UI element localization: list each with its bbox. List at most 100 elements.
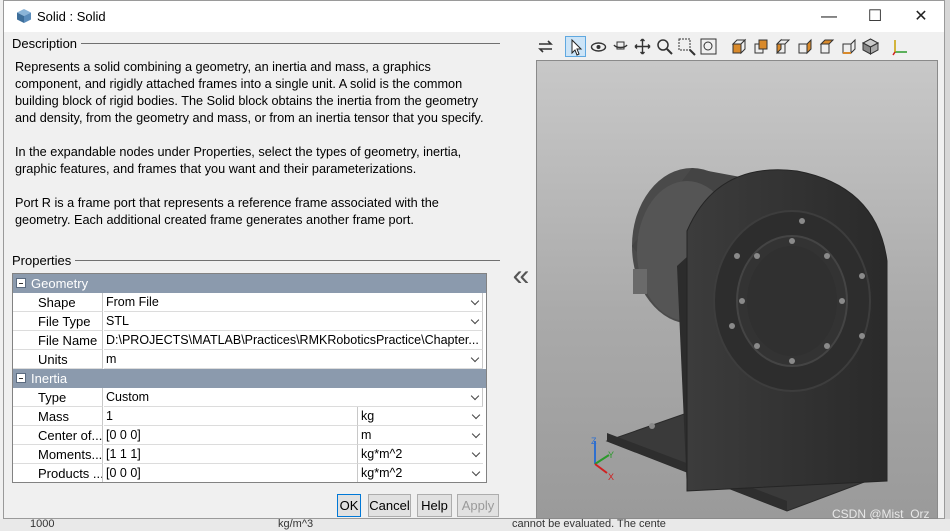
chevron-down-icon (471, 448, 481, 458)
help-button[interactable]: Help (417, 494, 452, 517)
chevron-down-icon (470, 296, 480, 306)
property-row-shape: Shape From File (13, 293, 483, 312)
pan-icon[interactable] (632, 36, 653, 57)
moments-unit: kg*m^2 (361, 447, 403, 461)
window-title: Solid : Solid (37, 9, 106, 24)
units-select[interactable]: m (104, 350, 483, 369)
property-name: File Type (13, 312, 103, 331)
center-of-mass-unit: m (361, 428, 372, 442)
inertia-group-label: Inertia (31, 371, 68, 386)
cancel-button[interactable]: Cancel (368, 494, 411, 517)
ok-button[interactable]: OK (337, 494, 361, 517)
description-divider (12, 43, 500, 44)
select-pointer-icon[interactable] (565, 36, 586, 57)
property-name: Center of... (13, 426, 103, 445)
description-paragraph: In the expandable nodes under Properties… (15, 145, 462, 176)
background-value: 1000 (30, 518, 55, 530)
background-window-bottom: 1000 kg/m^3 cannot be evaluated. The cen… (0, 518, 950, 531)
axis-z-label: Z (591, 436, 597, 446)
property-row-units: Units m (13, 350, 483, 369)
chevron-down-icon (471, 410, 481, 420)
property-row-type: Type Custom (13, 388, 483, 407)
view-top-icon[interactable] (816, 36, 837, 57)
scrollbar-thumb[interactable] (486, 290, 487, 430)
chevron-down-icon (471, 429, 481, 439)
title-bar: Solid : Solid — ☐ ✕ (4, 1, 944, 32)
moments-field[interactable]: [1 1 1] (104, 445, 358, 464)
products-unit: kg*m^2 (361, 466, 403, 480)
watermark-text: CSDN @Mist_Orz (832, 507, 930, 521)
close-button[interactable]: ✕ (898, 1, 944, 32)
moments-unit-select[interactable]: kg*m^2 (358, 445, 483, 464)
apply-button[interactable]: Apply (457, 494, 499, 517)
property-row-file-type: File Type STL (13, 312, 483, 331)
view-left-icon[interactable] (772, 36, 793, 57)
viewer-toolbar (530, 34, 940, 59)
description-text: Represents a solid combining a geometry,… (15, 59, 495, 246)
property-row-file-name: File Name D:\PROJECTS\MATLAB\Practices\R… (13, 331, 483, 350)
rotate-view-icon[interactable] (588, 36, 609, 57)
collapse-panel-button[interactable]: « (509, 256, 533, 296)
description-paragraph: Represents a solid combining a geometry,… (15, 60, 484, 125)
chevron-down-icon (471, 467, 481, 477)
property-name: Moments... (13, 445, 103, 464)
zoom-icon[interactable] (654, 36, 675, 57)
spin-icon[interactable] (610, 36, 631, 57)
maximize-button[interactable]: ☐ (852, 1, 898, 32)
solid-model-render: Z Y X (591, 168, 888, 512)
inertia-group-header[interactable]: Inertia (13, 369, 486, 388)
view-back-icon[interactable] (750, 36, 771, 57)
axis-x-label: X (608, 472, 614, 482)
chevron-down-icon (470, 391, 480, 401)
file-type-select[interactable]: STL (104, 312, 483, 331)
axes-toggle-icon[interactable] (890, 36, 911, 57)
center-of-mass-field[interactable]: [0 0 0] (104, 426, 358, 445)
shape-value: From File (106, 295, 159, 309)
file-name-field[interactable]: D:\PROJECTS\MATLAB\Practices\RMKRobotics… (104, 331, 483, 350)
swap-icon[interactable] (535, 36, 556, 57)
fit-to-view-icon[interactable] (698, 36, 719, 57)
properties-label: Properties (12, 253, 76, 268)
shape-select[interactable]: From File (104, 293, 483, 312)
mass-field[interactable]: 1 (104, 407, 358, 426)
background-unit: kg/m^3 (278, 518, 314, 530)
geometry-group-header[interactable]: Geometry (13, 274, 486, 293)
view-front-icon[interactable] (728, 36, 749, 57)
file-type-value: STL (106, 314, 129, 328)
products-unit-select[interactable]: kg*m^2 (358, 464, 483, 482)
axis-y-label: Y (608, 450, 614, 460)
3d-viewport[interactable]: Z Y X (536, 60, 938, 519)
description-label: Description (12, 36, 82, 51)
solid-block-icon (17, 9, 31, 23)
center-of-mass-unit-select[interactable]: m (358, 426, 483, 445)
inertia-type-select[interactable]: Custom (104, 388, 483, 407)
properties-scrollbar[interactable] (486, 274, 487, 483)
property-name: File Name (13, 331, 103, 350)
property-row-center-of-mass: Center of... [0 0 0] m (13, 426, 483, 445)
description-paragraph: Port R is a frame port that represents a… (15, 196, 439, 227)
view-right-icon[interactable] (794, 36, 815, 57)
properties-divider (12, 260, 500, 261)
property-row-products: Products ... [0 0 0] kg*m^2 (13, 464, 483, 482)
mass-unit-select[interactable]: kg (358, 407, 483, 426)
zoom-box-icon[interactable] (676, 36, 697, 57)
inertia-type-value: Custom (106, 390, 150, 404)
chevron-down-icon (470, 353, 480, 363)
collapse-minus-icon[interactable] (16, 373, 26, 383)
mass-unit: kg (361, 409, 375, 423)
property-name: Shape (13, 293, 103, 312)
property-name: Units (13, 350, 103, 369)
view-bottom-icon[interactable] (838, 36, 859, 57)
chevron-down-icon (470, 315, 480, 325)
properties-table: Geometry Shape From File File Type STL F… (12, 273, 487, 483)
property-row-moments: Moments... [1 1 1] kg*m^2 (13, 445, 483, 464)
units-value: m (106, 352, 117, 366)
minimize-button[interactable]: — (806, 1, 852, 32)
products-field[interactable]: [0 0 0] (104, 464, 358, 482)
collapse-minus-icon[interactable] (16, 278, 26, 288)
property-name: Products ... (13, 464, 103, 482)
geometry-group-label: Geometry (31, 276, 89, 291)
view-isometric-icon[interactable] (860, 36, 881, 57)
property-row-mass: Mass 1 kg (13, 407, 483, 426)
property-name: Mass (13, 407, 103, 426)
